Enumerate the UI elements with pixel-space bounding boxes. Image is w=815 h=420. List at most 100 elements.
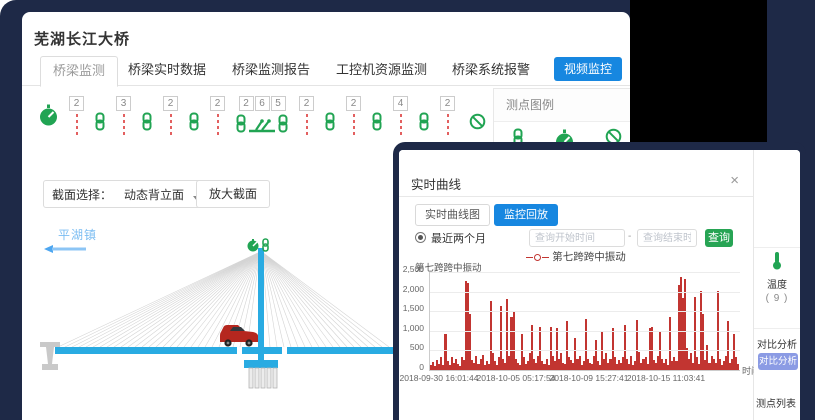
bridge-pier [40, 342, 60, 370]
chain-sensor-icon[interactable] [371, 112, 383, 136]
chain-icon [235, 114, 247, 133]
tab-bridge-monitoring[interactable]: 桥梁监测 [40, 56, 118, 87]
sensor-point: 2 [69, 96, 84, 138]
y-tick-label: 2,000 [403, 284, 424, 294]
point-list-label: 测点列表 [756, 395, 796, 410]
thermometer-icon [771, 251, 783, 270]
chain-icon [418, 112, 430, 131]
sensor-count-badge: 2 [346, 96, 361, 111]
tower-chain-icon[interactable] [263, 239, 268, 251]
sensor-dash-line [76, 114, 78, 138]
drawbridge-sensor-icon[interactable] [248, 116, 276, 138]
temperature-block[interactable]: 温度 ( 9 ) [754, 251, 800, 304]
sensor-dash-line [170, 114, 172, 138]
chain-icon [94, 112, 106, 131]
x-tick-label: 2018-10-05 05:17:54 [477, 373, 556, 383]
divider [754, 247, 800, 248]
sensor-count-badge: 3 [116, 96, 131, 111]
car-image [220, 325, 258, 347]
gridline [430, 331, 740, 332]
tab-bridge-realtime-data[interactable]: 桥梁实时数据 [128, 56, 206, 84]
tab-bar: 桥梁监测 桥梁实时数据 桥梁监测报告 工控机资源监测 桥梁系统报警 [22, 56, 630, 86]
query-form: 最近两个月 - 查询 [415, 229, 745, 247]
sensor-dash-line [400, 114, 402, 138]
sensor-dash-line [447, 114, 449, 138]
zoom-section-button[interactable]: 放大截面 [196, 180, 270, 208]
legend-marker-icon [542, 257, 549, 258]
chain-sensor-icon[interactable] [188, 112, 200, 136]
chain-sensor-icon[interactable] [324, 112, 336, 136]
divider [754, 328, 800, 329]
close-icon[interactable]: × [730, 173, 739, 189]
range-separator: - [628, 231, 631, 242]
page-title: 芜湖长江大桥 [34, 28, 130, 49]
dialog-header: 实时曲线 × [399, 172, 753, 197]
query-button[interactable]: 查询 [705, 229, 733, 247]
gridline [430, 292, 740, 293]
sensor-dash-line [353, 114, 355, 138]
tab-bridge-report[interactable]: 桥梁监测报告 [232, 56, 310, 84]
sensor-point: 4 [393, 96, 408, 138]
chain-sensor-icon[interactable] [235, 114, 247, 138]
y-tick-label: 0 [419, 362, 424, 372]
x-tick-label: 2018-10-15 11:03:41 [627, 373, 705, 383]
sensor-point: 3 [116, 96, 131, 138]
chain-icon [277, 114, 289, 133]
y-tick-label: 1,500 [403, 303, 424, 313]
section-select-label: 截面选择： [44, 186, 120, 203]
tab-realtime-curve-chart[interactable]: 实时曲线图 [415, 204, 490, 226]
chain-sensor-icon[interactable] [94, 112, 106, 136]
ban-icon [469, 113, 486, 130]
gauge-icon [38, 103, 59, 127]
radio-label: 最近两个月 [431, 230, 486, 246]
chain-icon [371, 112, 383, 131]
temperature-count: ( 9 ) [754, 293, 800, 304]
sensor-count-badge: 2 [69, 96, 84, 111]
realtime-curve-dialog: 实时曲线 × 实时曲线图 监控回放 最近两个月 - 查询 第七跨跨中振动 第七跨… [399, 150, 754, 420]
sensor-count-badge: 2 [440, 96, 455, 111]
right-panel: 温度 ( 9 ) 对比分析 对比分析 测点列表 [754, 150, 800, 420]
tab-monitoring-playback[interactable]: 监控回放 [494, 204, 558, 226]
tab-bridge-system-alarm[interactable]: 桥梁系统报警 [452, 56, 530, 84]
chain-icon [324, 112, 336, 131]
y-tick-label: 500 [410, 342, 424, 352]
sensor-dash-line [217, 114, 219, 138]
y-axis-labels: 2,5002,0001,5001,0005000 [399, 268, 426, 366]
start-time-input[interactable] [529, 229, 625, 247]
sensor-point: 2 [346, 96, 361, 138]
gauge-sensor-icon[interactable] [38, 103, 59, 132]
tab-ipc-resource-monitoring[interactable]: 工控机资源监测 [336, 56, 427, 84]
radio-last-two-months[interactable] [415, 232, 426, 243]
gridline [430, 350, 740, 351]
y-tick-label: 1,000 [403, 323, 424, 333]
tower-gauge-icon[interactable] [248, 239, 259, 252]
chain-icon [141, 112, 153, 131]
sensor-dash-line [123, 114, 125, 138]
end-time-input[interactable] [637, 229, 697, 247]
temperature-label: 温度 [754, 276, 800, 291]
compare-analysis-button[interactable]: 对比分析 [758, 353, 798, 370]
legend-label: 第七跨跨中振动 [552, 251, 626, 263]
dialog-title: 实时曲线 [411, 174, 461, 193]
sensor-point: 2 [210, 96, 225, 138]
chain-sensor-icon[interactable] [141, 112, 153, 136]
sensor-count-badge: 2 [239, 96, 254, 111]
disabled-sensor-icon[interactable] [469, 113, 486, 135]
chain-icon [188, 112, 200, 131]
modal-window: 实时曲线 × 实时曲线图 监控回放 最近两个月 - 查询 第七跨跨中振动 第七跨… [393, 142, 806, 420]
compare-analysis-title: 对比分析 [757, 336, 797, 351]
sensor-count-badge: 6 [255, 96, 270, 111]
chain-sensor-icon[interactable] [277, 114, 289, 138]
y-tick-label: 2,500 [403, 264, 424, 274]
sensor-count-badge: 5 [271, 96, 286, 111]
legend-panel-title: 测点图例 [494, 89, 630, 122]
drawbridge-icon [248, 116, 276, 133]
gridline [430, 272, 740, 273]
video-monitor-button[interactable]: 视频监控 [554, 57, 622, 81]
sensor-dash-line [306, 114, 308, 138]
gridline [430, 311, 740, 312]
x-tick-label: 2018-10-09 15:27:41 [550, 373, 629, 383]
chain-sensor-icon[interactable] [418, 112, 430, 136]
sensor-count-badge: 2 [210, 96, 225, 111]
chart-bars [430, 272, 740, 370]
